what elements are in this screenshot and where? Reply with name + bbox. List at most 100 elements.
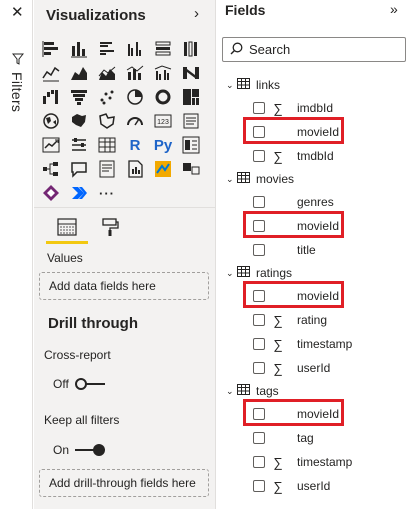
field-name: title xyxy=(297,243,316,257)
treemap-icon[interactable] xyxy=(179,86,203,108)
filters-label[interactable]: Filters xyxy=(9,72,25,112)
sum-icon: ∑ xyxy=(273,148,283,164)
qna-visual-icon[interactable] xyxy=(67,158,91,180)
field-name: genres xyxy=(297,195,334,209)
field-userId[interactable]: ∑ userId xyxy=(253,359,330,377)
get-more-visuals-icon[interactable] xyxy=(179,158,203,180)
field-timestamp[interactable]: ∑ timestamp xyxy=(253,453,352,471)
r-script-visual-icon[interactable]: R xyxy=(123,134,147,156)
drill-through-drop-zone[interactable]: Add drill-through fields here xyxy=(39,469,209,497)
kpi-icon[interactable] xyxy=(39,134,63,156)
field-checkbox[interactable] xyxy=(253,338,265,350)
field-imdbId[interactable]: ∑ imdbId xyxy=(253,99,333,117)
ribbon-chart-icon[interactable] xyxy=(179,62,203,84)
power-automate-icon[interactable] xyxy=(67,182,91,204)
field-timestamp[interactable]: ∑ timestamp xyxy=(253,335,352,353)
multi-row-card-icon[interactable] xyxy=(179,110,203,132)
stacked-column-chart-icon[interactable] xyxy=(67,38,91,60)
field-checkbox[interactable] xyxy=(253,362,265,374)
field-checkbox[interactable] xyxy=(253,196,265,208)
chevron-down-icon[interactable]: ⌄ xyxy=(226,80,236,91)
python-visual-icon[interactable]: Py xyxy=(151,134,175,156)
field-name: rating xyxy=(297,313,328,327)
clustered-bar-chart-icon[interactable] xyxy=(95,38,119,60)
more-icon[interactable]: ··· xyxy=(95,182,119,204)
chevron-down-icon[interactable]: ⌄ xyxy=(226,268,236,279)
filters-pane-collapsed[interactable]: ✕ Filters xyxy=(0,0,33,509)
svg-text:123: 123 xyxy=(157,119,169,126)
slicer-icon[interactable] xyxy=(67,134,91,156)
line-chart-icon[interactable] xyxy=(39,62,63,84)
tab-build-visual[interactable] xyxy=(46,214,88,244)
chevron-down-icon[interactable]: ⌄ xyxy=(226,174,236,185)
fields-search-input[interactable]: Search xyxy=(222,37,406,62)
field-genres[interactable]: genres xyxy=(253,193,334,211)
close-icon[interactable]: ✕ xyxy=(11,3,24,21)
active-tab-indicator xyxy=(46,241,88,244)
table-icon[interactable] xyxy=(95,134,119,156)
sum-icon: ∑ xyxy=(273,454,283,470)
stacked-area-chart-icon[interactable] xyxy=(95,62,119,84)
sum-icon: ∑ xyxy=(273,336,283,352)
table-tags[interactable]: ⌄ tags xyxy=(226,383,279,399)
field-checkbox[interactable] xyxy=(253,456,265,468)
table-ratings[interactable]: ⌄ ratings xyxy=(226,265,292,281)
funnel-chart-icon[interactable] xyxy=(67,86,91,108)
field-rating[interactable]: ∑ rating xyxy=(253,311,327,329)
table-links[interactable]: ⌄ links xyxy=(226,77,280,93)
filled-map-icon[interactable] xyxy=(67,110,91,132)
100-stacked-bar-chart-icon[interactable] xyxy=(151,38,175,60)
sum-icon: ∑ xyxy=(273,360,283,376)
pie-chart-icon[interactable] xyxy=(123,86,147,108)
tab-format-visual[interactable] xyxy=(98,214,122,242)
stacked-bar-chart-icon[interactable] xyxy=(39,38,63,60)
power-apps-icon[interactable] xyxy=(39,182,63,204)
keep-all-filters-toggle[interactable]: On xyxy=(53,443,106,457)
map-icon[interactable] xyxy=(39,110,63,132)
field-tmdbId[interactable]: ∑ tmdbId xyxy=(253,147,334,165)
card-icon[interactable]: 123 xyxy=(151,110,175,132)
decomposition-tree-icon[interactable] xyxy=(39,158,63,180)
line-and-stacked-column-chart-icon[interactable] xyxy=(123,62,147,84)
field-checkbox[interactable] xyxy=(253,150,265,162)
divider xyxy=(34,207,216,208)
field-checkbox[interactable] xyxy=(253,480,265,492)
field-checkbox[interactable] xyxy=(253,102,265,114)
field-checkbox[interactable] xyxy=(253,432,265,444)
smart-narrative-icon[interactable] xyxy=(95,158,119,180)
field-title[interactable]: title xyxy=(253,241,316,259)
field-checkbox[interactable] xyxy=(253,314,265,326)
field-name: imdbId xyxy=(297,101,334,115)
sum-icon: ∑ xyxy=(273,478,283,494)
keep-all-filters-state: On xyxy=(53,443,70,457)
gauge-icon[interactable] xyxy=(123,110,147,132)
100-stacked-column-chart-icon[interactable] xyxy=(179,38,203,60)
field-checkbox[interactable] xyxy=(253,244,265,256)
paginated-report-icon[interactable] xyxy=(123,158,147,180)
field-name: userId xyxy=(297,361,331,375)
toggle-switch-on[interactable] xyxy=(75,444,106,456)
toggle-switch-off[interactable] xyxy=(74,378,105,390)
chevron-down-icon[interactable]: ⌄ xyxy=(226,386,236,397)
funnel-icon xyxy=(11,53,25,68)
donut-chart-icon[interactable] xyxy=(151,86,175,108)
shape-map-icon[interactable] xyxy=(95,110,119,132)
double-chevron-right-icon[interactable]: » xyxy=(390,1,398,17)
visual-gallery: 123 R Py ··· xyxy=(39,38,211,206)
table-movies[interactable]: ⌄ movies xyxy=(226,171,294,187)
clustered-column-chart-icon[interactable] xyxy=(123,38,147,60)
table-name: tags xyxy=(256,384,279,398)
waterfall-chart-icon[interactable] xyxy=(39,86,63,108)
line-and-clustered-column-chart-icon[interactable] xyxy=(151,62,175,84)
chevron-right-icon[interactable]: › xyxy=(194,5,199,22)
arcgis-map-icon[interactable] xyxy=(151,158,175,180)
area-chart-icon[interactable] xyxy=(67,62,91,84)
field-userId[interactable]: ∑ userId xyxy=(253,477,330,495)
cross-report-toggle[interactable]: Off xyxy=(53,377,105,391)
key-influencers-icon[interactable] xyxy=(179,134,203,156)
table-name: ratings xyxy=(256,266,293,280)
scatter-chart-icon[interactable] xyxy=(95,86,119,108)
values-drop-zone[interactable]: Add data fields here xyxy=(39,272,209,300)
highlight-box xyxy=(243,281,344,308)
field-tag[interactable]: tag xyxy=(253,429,314,447)
